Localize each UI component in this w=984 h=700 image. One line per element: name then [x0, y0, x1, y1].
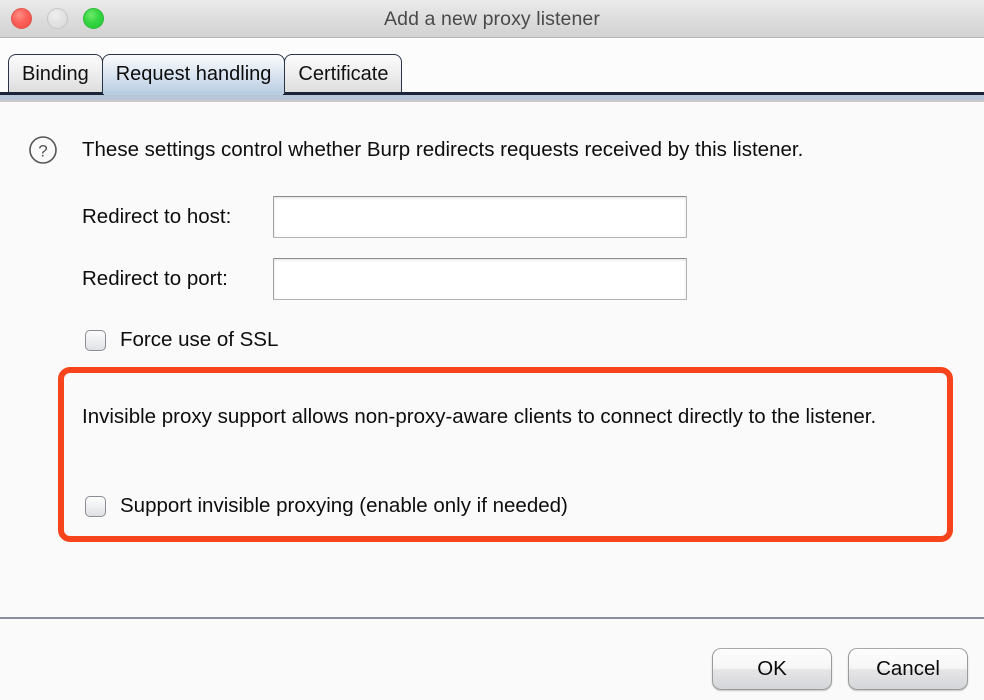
title-bar: Add a new proxy listener — [0, 0, 984, 38]
svg-text:?: ? — [38, 142, 47, 161]
request-handling-panel: ? These settings control whether Burp re… — [0, 102, 984, 700]
force-ssl-checkbox-row[interactable]: Force use of SSL — [85, 325, 278, 355]
window-title: Add a new proxy listener — [384, 8, 600, 30]
tab-list: Binding Request handling Certificate — [8, 46, 403, 94]
add-proxy-listener-dialog: Add a new proxy listener Binding Request… — [0, 0, 984, 700]
tab-request-handling[interactable]: Request handling — [101, 54, 286, 94]
tab-strip: Binding Request handling Certificate — [0, 38, 984, 94]
footer-separator — [0, 617, 984, 619]
question-mark-circle-icon: ? — [28, 135, 58, 165]
cancel-button[interactable]: Cancel — [848, 648, 968, 690]
help-text: These settings control whether Burp redi… — [82, 138, 804, 161]
redirect-to-port-label: Redirect to port: — [82, 267, 228, 290]
active-tab-connector — [103, 92, 284, 95]
redirect-to-host-label: Redirect to host: — [82, 205, 232, 228]
ok-button[interactable]: OK — [712, 648, 832, 690]
tab-binding[interactable]: Binding — [8, 54, 103, 94]
help-row: ? These settings control whether Burp re… — [28, 132, 958, 168]
redirect-to-host-input[interactable] — [273, 196, 687, 238]
redirect-to-port-input[interactable] — [273, 258, 687, 300]
dialog-button-bar: OK Cancel — [712, 648, 968, 690]
force-ssl-checkbox[interactable] — [85, 329, 106, 351]
support-invisible-proxying-label: Support invisible proxying (enable only … — [120, 494, 568, 517]
force-ssl-label: Force use of SSL — [120, 328, 279, 351]
invisible-proxy-description: Invisible proxy support allows non-proxy… — [82, 405, 877, 428]
support-invisible-proxying-checkbox[interactable] — [85, 495, 106, 517]
tab-certificate[interactable]: Certificate — [284, 54, 403, 94]
support-invisible-proxying-checkbox-row[interactable]: Support invisible proxying (enable only … — [85, 491, 568, 521]
